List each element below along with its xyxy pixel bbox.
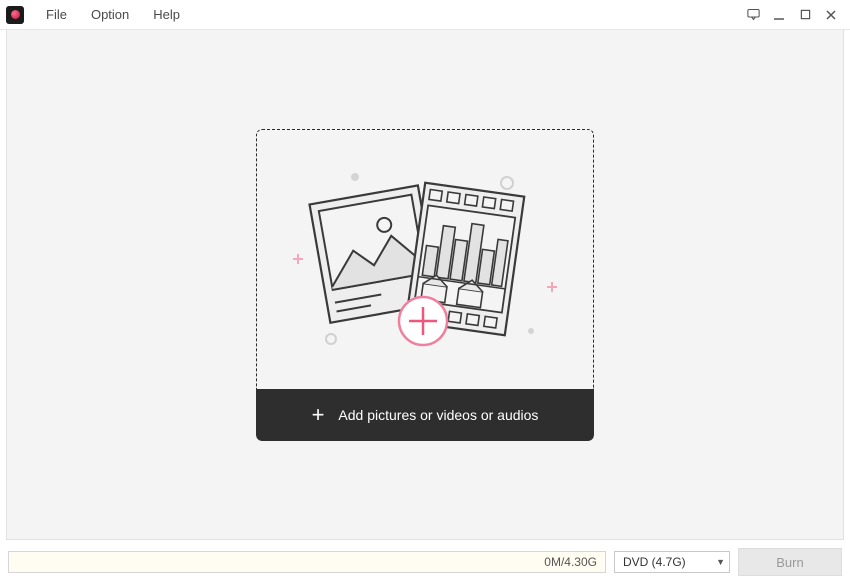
menu-file[interactable]: File (34, 3, 79, 26)
footer: 0M/4.30G DVD (4.7G) ▼ Burn (0, 540, 850, 584)
burn-button[interactable]: Burn (738, 548, 842, 576)
disc-usage-bar: 0M/4.30G (8, 551, 606, 573)
add-icon (399, 297, 447, 345)
maximize-icon[interactable] (792, 0, 818, 30)
minimize-icon[interactable] (766, 0, 792, 30)
add-media-label: Add pictures or videos or audios (338, 407, 538, 423)
dropzone-illustration (256, 129, 594, 389)
add-media-button[interactable]: + Add pictures or videos or audios (256, 389, 594, 441)
app-icon-glyph (11, 10, 20, 19)
disc-usage-label: 0M/4.30G (544, 552, 597, 572)
chevron-down-icon: ▼ (716, 557, 725, 567)
menubar: File Option Help (0, 0, 850, 30)
disc-size-value: DVD (4.7G) (623, 555, 686, 569)
media-dropzone[interactable]: + Add pictures or videos or audios (256, 129, 594, 441)
media-placeholder-illustration (275, 149, 575, 369)
plus-icon: + (312, 404, 325, 426)
feedback-icon[interactable] (740, 0, 766, 30)
app-icon (6, 6, 24, 24)
disc-size-select[interactable]: DVD (4.7G) ▼ (614, 551, 730, 573)
menu-help[interactable]: Help (141, 3, 192, 26)
close-icon[interactable] (818, 0, 844, 30)
main-area: + Add pictures or videos or audios (6, 30, 844, 540)
menu-option[interactable]: Option (79, 3, 141, 26)
